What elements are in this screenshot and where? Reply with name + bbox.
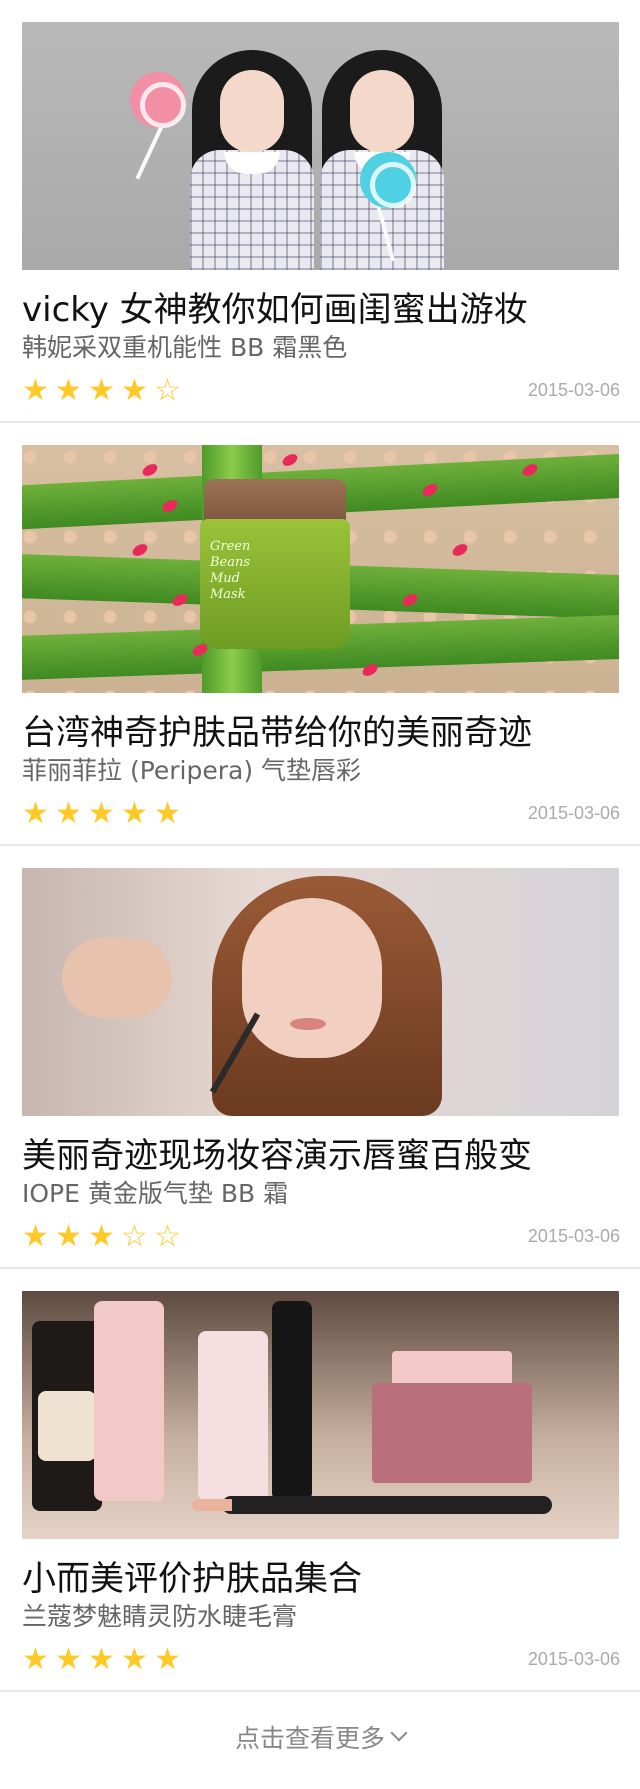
article-card[interactable]: 小而美评价护肤品集合 兰蔻梦魅睛灵防水睫毛膏 ★ ★ ★ ★ ★ 2015-03-06 [0,1269,640,1692]
article-subtitle: 兰蔻梦魅睛灵防水睫毛膏 [22,1602,298,1631]
star-filled-icon: ★ [121,1642,148,1677]
article-title[interactable]: vicky 女神教你如何画闺蜜出游妆 [22,290,640,330]
article-subtitle: IOPE 黄金版气垫 BB 霜 [22,1179,289,1208]
star-filled-icon: ★ [22,796,49,831]
star-filled-icon: ★ [22,1219,49,1254]
article-card[interactable]: Green Beans Mud Mask 台湾神奇护肤品带给你的美丽奇迹 菲丽菲… [0,423,640,846]
star-filled-icon: ★ [88,1219,115,1254]
article-thumbnail[interactable]: Green Beans Mud Mask [22,445,619,693]
star-filled-icon: ★ [22,373,49,408]
star-filled-icon: ★ [154,796,181,831]
article-date: 2015-03-06 [527,1226,620,1246]
star-filled-icon: ★ [55,1219,82,1254]
chevron-down-icon [390,1724,408,1742]
lollipop-blue [360,152,416,208]
rating-stars: ★ ★ ★ ★ ☆ [19,374,184,407]
star-filled-icon: ★ [55,1642,82,1677]
star-filled-icon: ★ [121,796,148,831]
load-more-button[interactable]: 点击查看更多 [0,1692,640,1782]
article-date: 2015-03-06 [527,380,620,400]
mud-mask-jar: Green Beans Mud Mask [200,479,350,669]
star-filled-icon: ★ [88,1642,115,1677]
article-date: 2015-03-06 [527,803,620,823]
article-title[interactable]: 美丽奇迹现场妆容演示唇蜜百般变 [22,1136,640,1176]
rating-stars: ★ ★ ★ ☆ ☆ [19,1220,184,1253]
article-title[interactable]: 台湾神奇护肤品带给你的美丽奇迹 [22,713,640,753]
article-subtitle: 韩妮采双重机能性 BB 霜黑色 [22,333,348,362]
article-date: 2015-03-06 [527,1649,620,1669]
article-subtitle: 菲丽菲拉 (Peripera) 气垫唇彩 [22,756,362,785]
article-feed: vicky 女神教你如何画闺蜜出游妆 韩妮采双重机能性 BB 霜黑色 ★ ★ ★ ★ ☆… [0,0,640,1782]
star-filled-icon: ★ [88,796,115,831]
star-empty-icon: ☆ [154,373,181,408]
rating-stars: ★ ★ ★ ★ ★ [19,797,184,830]
rating-stars: ★ ★ ★ ★ ★ [19,1643,184,1676]
article-thumbnail[interactable] [22,22,619,270]
load-more-label: 点击查看更多 [234,1724,385,1753]
lollipop-pink [130,72,186,128]
article-card[interactable]: vicky 女神教你如何画闺蜜出游妆 韩妮采双重机能性 BB 霜黑色 ★ ★ ★ ★ ☆… [0,0,640,423]
star-empty-icon: ☆ [154,1219,181,1254]
article-thumbnail[interactable] [22,868,619,1116]
article-thumbnail[interactable] [22,1291,619,1539]
article-title[interactable]: 小而美评价护肤品集合 [22,1559,640,1599]
star-filled-icon: ★ [55,373,82,408]
star-filled-icon: ★ [55,796,82,831]
star-filled-icon: ★ [121,373,148,408]
star-empty-icon: ☆ [121,1219,148,1254]
article-card[interactable]: 美丽奇迹现场妆容演示唇蜜百般变 IOPE 黄金版气垫 BB 霜 ★ ★ ★ ☆ ☆ 20… [0,846,640,1269]
star-filled-icon: ★ [22,1642,49,1677]
star-filled-icon: ★ [154,1642,181,1677]
star-filled-icon: ★ [88,373,115,408]
